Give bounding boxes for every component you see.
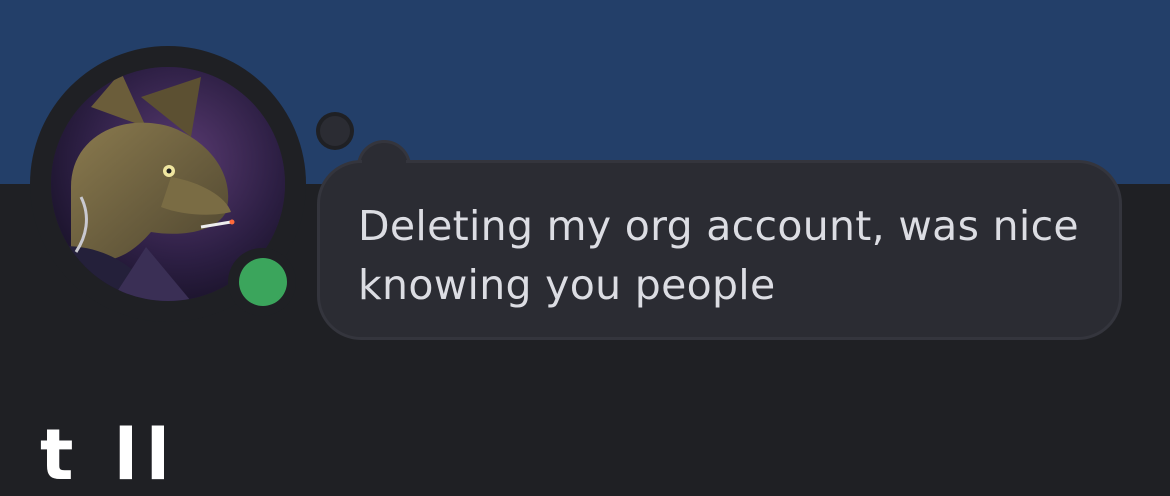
thought-bubble-dot-small <box>316 112 354 150</box>
thought-bubble-connector <box>362 158 406 170</box>
username-partial: t ll <box>40 414 178 496</box>
custom-status-bubble[interactable]: Deleting my org account, was nice knowin… <box>317 160 1122 340</box>
online-status-icon <box>239 258 287 306</box>
custom-status-text: Deleting my org account, was nice knowin… <box>358 202 1079 309</box>
